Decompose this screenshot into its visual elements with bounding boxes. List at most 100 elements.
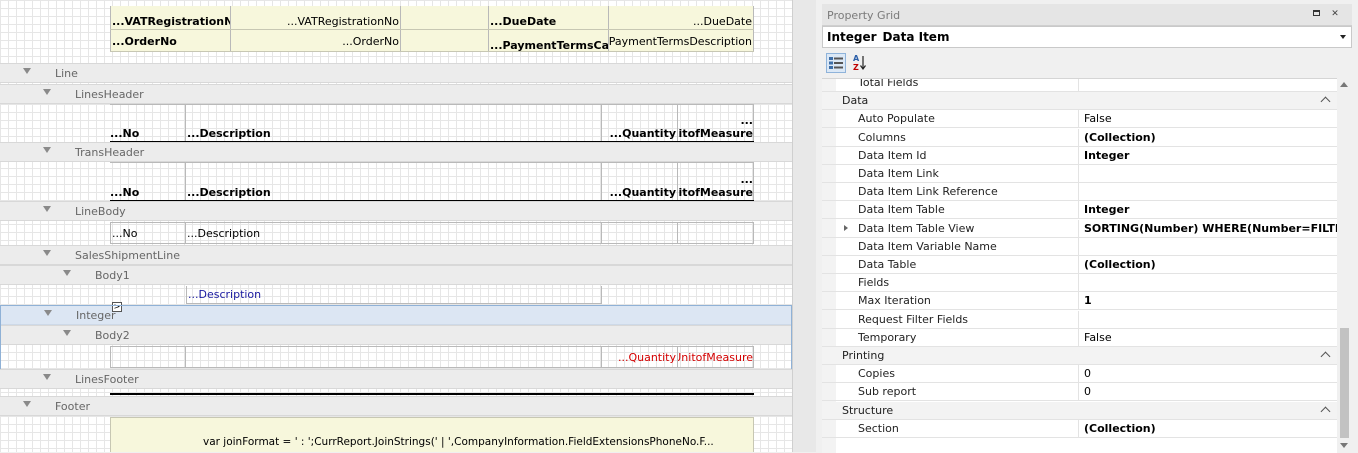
categorized-view-button[interactable] (826, 53, 846, 73)
band-line[interactable]: Line (0, 63, 792, 83)
property-value[interactable] (1078, 274, 1337, 292)
collapse-icon[interactable] (63, 270, 71, 276)
chevron-up-icon[interactable] (1320, 96, 1331, 107)
property-row-max-iteration[interactable]: Max Iteration 1 (822, 292, 1337, 311)
property-value[interactable]: False (1078, 328, 1337, 346)
lh-no-cell[interactable]: ...No (110, 105, 186, 141)
property-row-section[interactable]: Section (Collection) (822, 419, 1337, 438)
th-uom-cell[interactable]: ......UnitofMeasure (678, 163, 754, 200)
collapse-icon[interactable] (23, 68, 31, 74)
property-value[interactable]: 0 (1078, 365, 1337, 383)
smart-tag-button[interactable]: > (112, 302, 122, 312)
object-selector-dropdown[interactable]: Integer Data Item (822, 26, 1352, 48)
property-row-data-item-id[interactable]: Data Item Id Integer (822, 146, 1337, 165)
th-quantity-cell[interactable]: ...Quantity (602, 163, 678, 200)
property-value[interactable] (1078, 183, 1337, 201)
property-row-auto-populate[interactable]: Auto Populate False (822, 110, 1337, 129)
property-row-data-item-link[interactable]: Data Item Link (822, 165, 1337, 183)
property-row-data-item-link-reference[interactable]: Data Item Link Reference (822, 183, 1337, 202)
band-trans-header[interactable]: TransHeader (0, 142, 792, 162)
lh-quantity-cell[interactable]: ...Quantity (602, 105, 678, 141)
alphabetical-view-button[interactable]: A Z (850, 53, 870, 73)
report-designer-canvas[interactable]: ...VATRegistrationNo ...VATRegistrationN… (0, 0, 792, 452)
th-no-cell[interactable]: ...No (110, 163, 186, 200)
property-value[interactable] (1078, 79, 1337, 91)
band-body2[interactable]: Body2 (0, 325, 792, 345)
lh-uom-cell[interactable]: ......UnitofMeasure (678, 105, 754, 141)
collapse-icon[interactable] (43, 89, 51, 95)
property-value[interactable] (1078, 237, 1337, 255)
band-footer[interactable]: Footer (0, 396, 792, 416)
property-row-data-item-table-view[interactable]: Data Item Table View SORTING(Number) WHER… (822, 219, 1337, 238)
lb-no-cell[interactable]: ...No (110, 223, 186, 243)
scroll-thumb[interactable] (1340, 328, 1349, 438)
paymentterms-label-cell[interactable]: ...PaymentTermsCaption (488, 30, 609, 51)
property-grid-scrollbar[interactable] (1337, 78, 1352, 452)
property-row-copies[interactable]: Copies 0 (822, 365, 1337, 384)
collapse-icon[interactable] (43, 374, 51, 380)
property-row-data-item-variable-name[interactable]: Data Item Variable Name (822, 237, 1337, 256)
property-value[interactable]: Integer (1078, 201, 1337, 219)
vat-label-cell[interactable]: ...VATRegistrationNo (110, 6, 231, 29)
property-value[interactable]: False (1078, 110, 1337, 128)
expand-arrow-icon[interactable] (844, 224, 848, 231)
property-value[interactable]: Integer (1078, 146, 1337, 164)
b2-description-cell[interactable] (186, 347, 602, 367)
body2-row: ...Quantity ...UnitofMeasure (110, 346, 754, 368)
collapse-icon[interactable] (43, 147, 51, 153)
property-value[interactable]: SORTING(Number) WHERE(Number=FILTE... (1078, 219, 1337, 237)
property-row-sub-report[interactable]: Sub report 0 (822, 383, 1337, 402)
property-row-request-filter-fields[interactable]: Request Filter Fields (822, 310, 1337, 329)
lh-description-cell[interactable]: ...Description (186, 105, 602, 141)
property-row-data-item-table[interactable]: Data Item Table Integer (822, 201, 1337, 220)
property-row-fields[interactable]: Fields (822, 274, 1337, 293)
vat-value-cell[interactable]: ...VATRegistrationNo (231, 6, 401, 29)
collapse-icon[interactable] (43, 206, 51, 212)
restore-icon[interactable] (1312, 9, 1322, 19)
close-icon[interactable]: ✕ (1330, 9, 1340, 19)
b2-uom-cell[interactable]: ...UnitofMeasure (678, 347, 754, 367)
collapse-icon[interactable] (63, 330, 71, 336)
category-printing[interactable]: Printing (822, 347, 1337, 365)
band-sales-shipment-line[interactable]: SalesShipmentLine (0, 245, 792, 265)
duedate-label-cell[interactable]: ...DueDate (488, 6, 609, 29)
property-value[interactable]: (Collection) (1078, 419, 1337, 437)
band-body1[interactable]: Body1 (0, 265, 792, 285)
property-value[interactable]: (Collection) (1078, 128, 1337, 146)
designer-scroll-gutter[interactable] (792, 0, 816, 452)
b2-no-cell[interactable] (110, 347, 186, 367)
band-lines-footer[interactable]: LinesFooter (0, 369, 792, 389)
lb-description-cell[interactable]: ...Description (186, 223, 602, 243)
collapse-icon[interactable] (44, 310, 52, 316)
b2-quantity-cell[interactable]: ...Quantity (602, 347, 678, 367)
property-value[interactable]: 1 (1078, 292, 1337, 310)
orderno-value-cell[interactable]: ...OrderNo (231, 30, 401, 51)
band-lines-header[interactable]: LinesHeader (0, 84, 792, 104)
orderno-label-cell[interactable]: ...OrderNo (110, 30, 231, 51)
duedate-value-cell[interactable]: ...DueDate (609, 6, 754, 29)
scroll-up-icon[interactable] (1340, 82, 1348, 87)
chevron-up-icon[interactable] (1320, 406, 1331, 417)
footer-expression-box[interactable]: var joinFormat = ' : ';CurrReport.JoinSt… (110, 417, 754, 452)
chevron-down-icon[interactable] (1340, 35, 1346, 39)
category-data[interactable]: Data (822, 92, 1337, 111)
paymentterms-value-cell[interactable]: ...PaymentTermsDescription (609, 30, 754, 51)
category-structure[interactable]: Structure (822, 401, 1337, 420)
th-description-cell[interactable]: ...Description (186, 163, 602, 200)
property-row-columns[interactable]: Columns (Collection) (822, 128, 1337, 147)
property-row-temporary[interactable]: Temporary False (822, 328, 1337, 347)
property-row-total-fields[interactable]: Total Fields (822, 79, 1337, 92)
collapse-icon[interactable] (43, 250, 51, 256)
property-value[interactable]: 0 (1078, 383, 1337, 401)
b1-description-cell[interactable]: ...Description (187, 286, 601, 303)
scroll-down-icon[interactable] (1340, 443, 1348, 448)
lb-quantity-cell[interactable] (602, 223, 678, 243)
property-value[interactable] (1078, 165, 1337, 182)
band-line-body[interactable]: LineBody (0, 201, 792, 221)
lb-uom-cell[interactable] (678, 223, 754, 243)
property-value[interactable]: (Collection) (1078, 256, 1337, 273)
property-row-data-table[interactable]: Data Table (Collection) (822, 256, 1337, 274)
chevron-up-icon[interactable] (1320, 351, 1331, 362)
property-value[interactable] (1078, 310, 1337, 328)
collapse-icon[interactable] (23, 401, 31, 407)
